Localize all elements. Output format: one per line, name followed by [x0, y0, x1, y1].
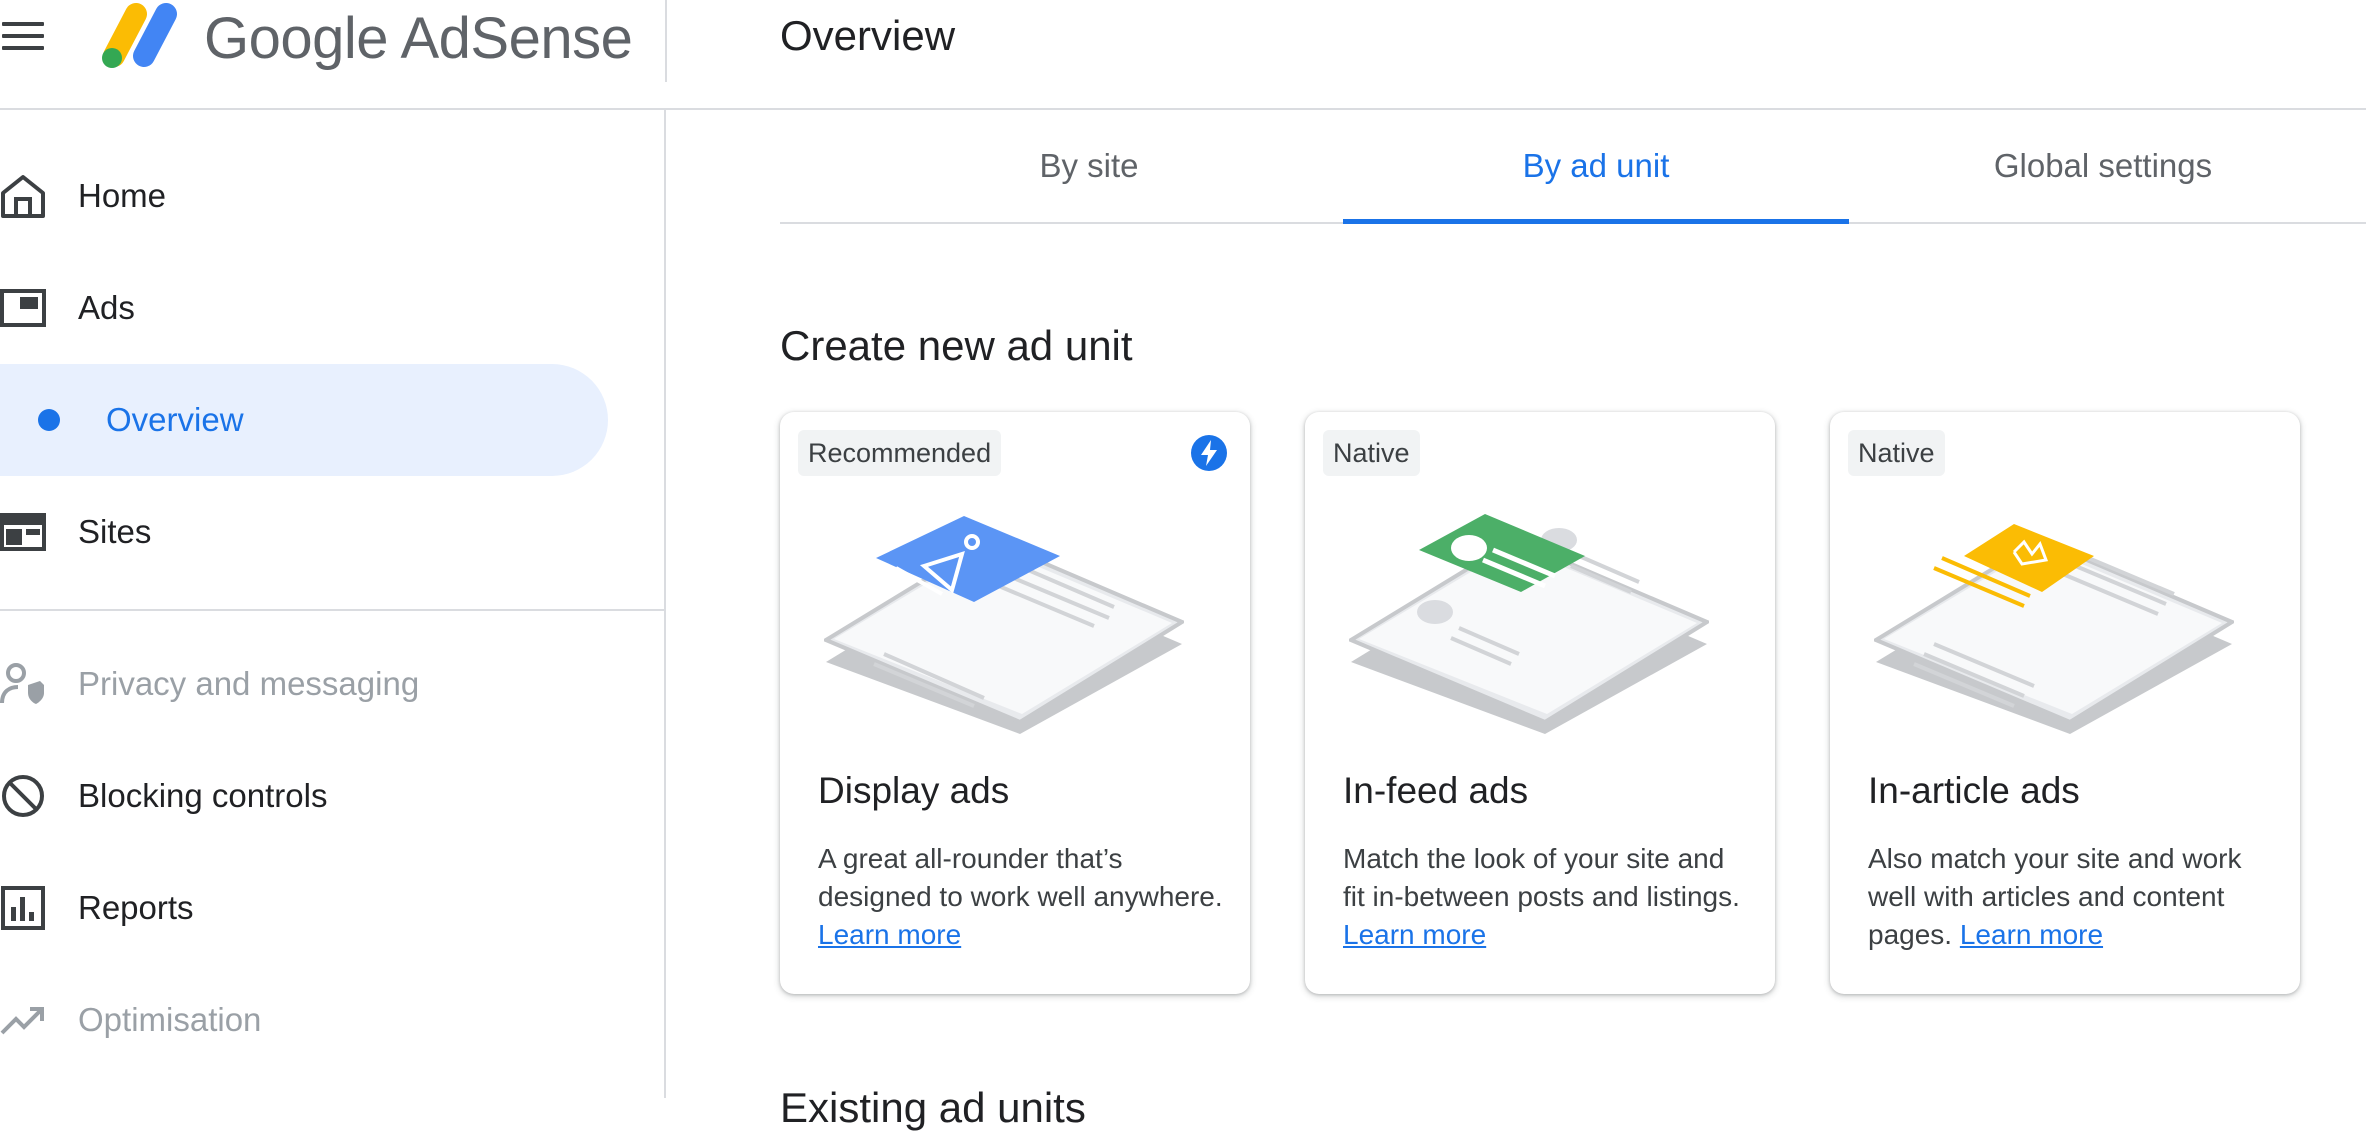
sidebar-item-label: Sites [78, 513, 152, 550]
sidebar-item-label: Ads [78, 289, 135, 326]
tab-by-ad-unit[interactable]: By ad unit [1343, 110, 1849, 224]
top-app-bar: Google AdSense Overview [0, 0, 2366, 110]
brand-name[interactable]: Google AdSense [204, 4, 633, 74]
home-icon [1, 175, 45, 218]
trending-up-icon [0, 1007, 44, 1035]
sites-icon [0, 513, 46, 551]
ads-icon [0, 289, 46, 327]
learn-more-link[interactable]: Learn more [1960, 919, 2103, 950]
status-badge: Recommended [798, 430, 1002, 476]
sidebar: Home Ads Overview Sites Privacy and mess… [0, 110, 666, 1098]
sidebar-item-reports[interactable]: Reports [0, 852, 608, 964]
card-title: In-feed ads [1343, 770, 1529, 811]
card-in-feed-ads[interactable]: Native In-feed ads Match the look of you… [1305, 412, 1775, 994]
menu-icon[interactable] [0, 14, 48, 62]
page-title: Overview [780, 12, 956, 59]
tab-global-settings[interactable]: Global settings [1850, 110, 2356, 222]
card-description: Also match your site and work well with … [1868, 840, 2278, 954]
card-description: Match the look of your site and fit in-b… [1343, 840, 1753, 954]
sidebar-divider [0, 609, 664, 611]
sidebar-item-blocking-controls[interactable]: Blocking controls [0, 740, 608, 852]
card-title: Display ads [818, 770, 1010, 811]
card-title: In-article ads [1868, 770, 2080, 811]
sidebar-item-home[interactable]: Home [0, 140, 608, 252]
sidebar-item-label: Privacy and messaging [78, 665, 420, 702]
header-divider [665, 0, 667, 82]
status-badge: Native [1848, 430, 1945, 476]
sidebar-item-label: Optimisation [78, 1001, 262, 1038]
tab-bar: By site By ad unit Global settings [780, 110, 2366, 224]
card-description: A great all-rounder that’s designed to w… [818, 840, 1228, 954]
tab-by-site[interactable]: By site [836, 110, 1342, 222]
bolt-icon [1191, 435, 1227, 471]
in-article-ads-illustration [1874, 524, 2234, 734]
privacy-icon [0, 663, 44, 704]
sidebar-item-sites[interactable]: Sites [0, 476, 608, 588]
sidebar-item-optimisation[interactable]: Optimisation [0, 964, 608, 1076]
block-icon [2, 775, 44, 817]
in-feed-ads-illustration [1349, 514, 1709, 734]
adsense-logo-icon[interactable] [96, 0, 180, 68]
section-title: Create new ad unit [780, 322, 1133, 369]
reports-icon [1, 886, 45, 930]
learn-more-link[interactable]: Learn more [818, 919, 961, 950]
display-ads-illustration [824, 516, 1184, 734]
active-indicator-dot [38, 409, 60, 431]
section-title-existing-ad-units: Existing ad units [780, 1084, 1086, 1131]
card-in-article-ads[interactable]: Native In-article ads Also match your si… [1830, 412, 2300, 994]
card-display-ads[interactable]: Recommended Display ads A great all-roun… [780, 412, 1250, 994]
sidebar-item-label: Reports [78, 889, 194, 926]
sidebar-item-privacy-and-messaging[interactable]: Privacy and messaging [0, 628, 608, 740]
sidebar-item-overview[interactable]: Overview [0, 364, 608, 476]
card-description-text: Match the look of your site and fit in-b… [1343, 843, 1740, 912]
card-description-text: A great all-rounder that’s designed to w… [818, 843, 1223, 912]
sidebar-item-label: Overview [106, 401, 244, 438]
status-badge: Native [1323, 430, 1420, 476]
sidebar-item-ads[interactable]: Ads [0, 252, 608, 364]
sidebar-item-label: Home [78, 177, 167, 214]
learn-more-link[interactable]: Learn more [1343, 919, 1486, 950]
sidebar-item-label: Blocking controls [78, 777, 328, 814]
